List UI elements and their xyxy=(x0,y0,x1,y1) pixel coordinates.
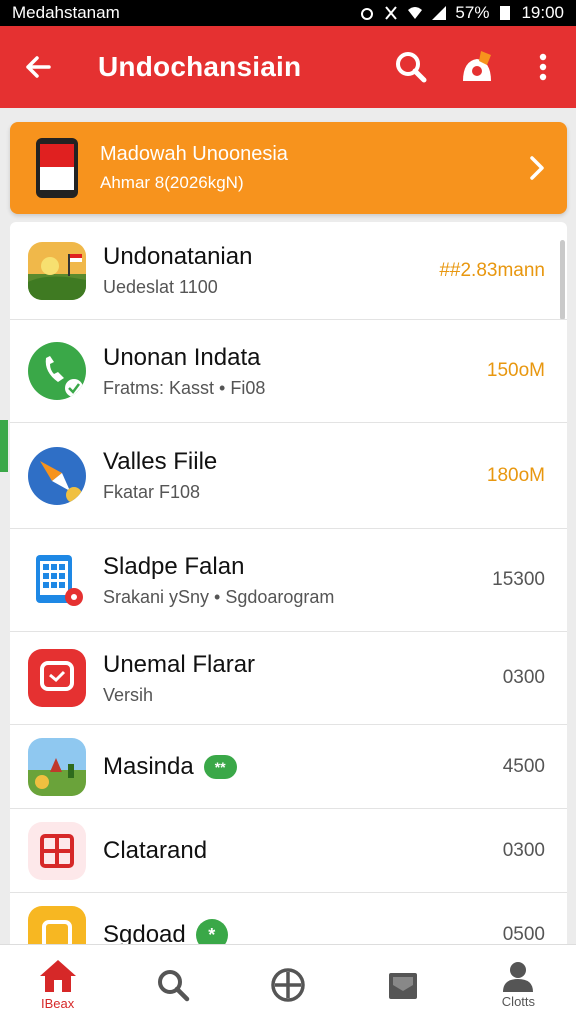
item-title: Undonatanian xyxy=(103,243,253,270)
calculator-icon xyxy=(28,551,86,609)
nav-inbox[interactable] xyxy=(346,945,461,1024)
nav-search[interactable] xyxy=(115,945,230,1024)
item-value: 0500 xyxy=(502,924,545,944)
nav-home[interactable]: IBeax xyxy=(0,945,115,1024)
item-value: 15300 xyxy=(492,569,545,590)
bell-badge-icon xyxy=(463,51,491,81)
item-title: Clatarand xyxy=(103,836,208,864)
compass-icon xyxy=(28,446,86,505)
item-value: 0300 xyxy=(502,839,545,861)
chevron-right-icon xyxy=(507,155,567,181)
item-value: 150oM xyxy=(486,360,545,381)
list-item[interactable]: Sgdoad * 0500 xyxy=(10,893,567,944)
list-item[interactable]: Sladpe Falan Srakani ySny • Sgdoarogram … xyxy=(10,529,567,632)
page-title: Undochansiain xyxy=(98,51,302,82)
item-title: Sgdoad xyxy=(103,921,186,944)
item-subtitle: Uedeslat 1100 xyxy=(103,277,218,297)
phone-call-icon xyxy=(28,342,86,400)
item-subtitle: Fkatar F108 xyxy=(103,482,201,502)
search-icon xyxy=(396,52,427,83)
item-value: 180oM xyxy=(486,464,545,486)
app-list: Undonatanian Uedeslat 1100 ##2.83mann Un… xyxy=(10,222,567,944)
list-item[interactable]: Unonan Indata Fratms: Kasst • Fi08 150oM xyxy=(10,320,567,423)
item-subtitle: Fratms: Kasst • Fi08 xyxy=(103,377,266,398)
signal-icon xyxy=(432,6,447,20)
notification-icon xyxy=(385,6,398,20)
promo-banner[interactable]: Madowah Unoonesia Ahmar 8(2026kgN) xyxy=(10,122,567,214)
item-value: ##2.83mann xyxy=(439,259,545,281)
item-title: Unemal Flarar xyxy=(103,650,256,678)
grid-icon xyxy=(28,821,86,880)
more-options-button[interactable] xyxy=(510,26,576,108)
nav-profile[interactable]: Clotts xyxy=(461,945,576,1024)
arrow-left-icon xyxy=(26,56,51,78)
search-icon xyxy=(157,969,190,1001)
notifications-button[interactable] xyxy=(444,26,510,108)
wifi-icon xyxy=(408,7,423,19)
item-title: Sladpe Falan xyxy=(103,552,245,580)
rating-badge: ** xyxy=(203,754,237,779)
item-title: Masinda xyxy=(103,752,194,780)
nav-home-label: IBeax xyxy=(40,996,75,1011)
list-item[interactable]: Valles Fiile Fkatar F108 180oM xyxy=(10,423,567,529)
nav-add[interactable] xyxy=(230,945,345,1024)
search-button[interactable] xyxy=(378,26,444,108)
home-icon xyxy=(39,960,76,992)
item-title: Valles Fiile xyxy=(103,448,218,475)
nav-profile-label: Clotts xyxy=(501,994,536,1009)
clock: 19:00 xyxy=(521,3,564,22)
banner-subtitle: Ahmar 8(2026kgN) xyxy=(100,173,244,192)
edge-indicator xyxy=(0,420,8,472)
battery-icon xyxy=(500,6,511,20)
back-button[interactable] xyxy=(0,26,76,108)
item-subtitle: Srakani ySny • Sgdoarogram xyxy=(103,586,335,607)
list-item[interactable]: Unemal Flarar Versih 0300 xyxy=(10,632,567,725)
phone-flag-icon xyxy=(36,138,78,198)
list-item[interactable]: Clatarand 0300 xyxy=(10,809,567,893)
landscape-flag-icon xyxy=(28,241,86,300)
status-bar: Medahstanam 57% 19:00 xyxy=(0,0,576,26)
battery-percent: 57% xyxy=(455,3,490,22)
alarm-icon xyxy=(361,8,374,20)
item-title: Unonan Indata xyxy=(103,343,261,371)
bottom-nav: IBeax Clotts xyxy=(0,944,576,1024)
item-subtitle: Versih xyxy=(103,684,154,705)
folder-icon xyxy=(28,906,86,944)
profile-icon xyxy=(503,962,534,992)
add-circle-icon xyxy=(271,967,305,1002)
item-value: 4500 xyxy=(502,755,545,777)
item-value: 0300 xyxy=(502,667,545,688)
inbox-icon xyxy=(389,972,418,999)
new-badge: * xyxy=(195,919,228,944)
landscape-icon xyxy=(28,737,86,796)
app-bar: Undochansiain xyxy=(0,26,576,108)
message-icon xyxy=(28,649,86,707)
list-item[interactable]: Undonatanian Uedeslat 1100 ##2.83mann xyxy=(10,222,567,320)
list-item[interactable]: Masinda ** 4500 xyxy=(10,725,567,809)
more-vert-icon xyxy=(539,53,547,81)
carrier-label: Medahstanam xyxy=(12,3,120,22)
banner-title: Madowah Unoonesia xyxy=(100,143,288,165)
